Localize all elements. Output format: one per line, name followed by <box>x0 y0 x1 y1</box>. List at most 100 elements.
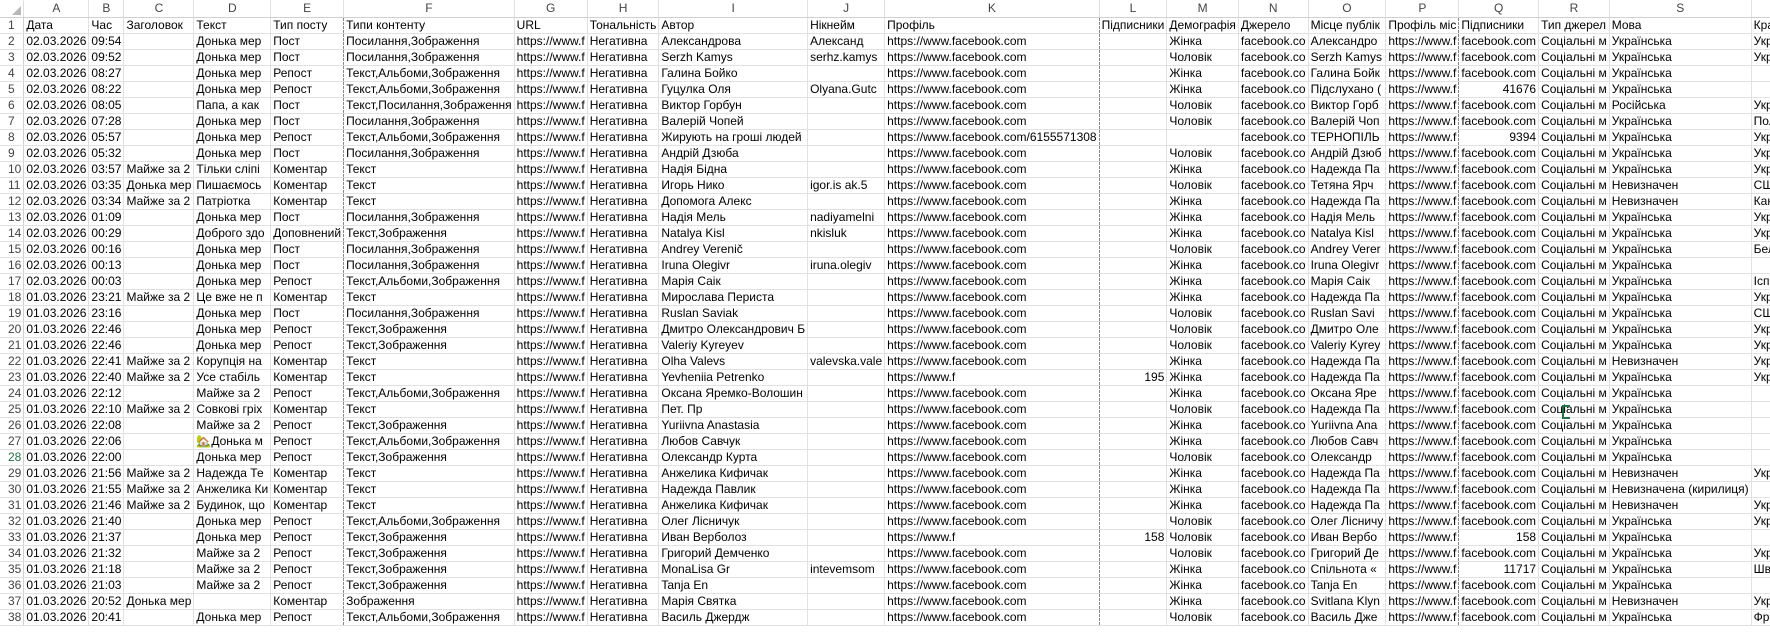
cell-l38[interactable] <box>1099 609 1168 626</box>
cell-m8[interactable] <box>1166 129 1239 146</box>
cell-f24[interactable]: Текст,Альбоми,Зображення <box>343 385 515 402</box>
cell-a7[interactable]: 02.03.2026 <box>23 113 90 130</box>
cell-b26[interactable]: 22:08 <box>88 417 125 434</box>
cell-i24[interactable]: Оксана Яремко-Волошин <box>658 385 809 402</box>
cell-l15[interactable] <box>1099 241 1168 258</box>
cell-e33[interactable]: Репост <box>270 529 345 546</box>
cell-c4[interactable] <box>123 65 195 82</box>
cell-b32[interactable]: 21:40 <box>88 513 125 530</box>
cell-a30[interactable]: 01.03.2026 <box>23 481 90 498</box>
cell-j22[interactable]: valevska.vale <box>807 353 886 370</box>
cell-r10[interactable]: Соціальні м <box>1538 161 1610 178</box>
cell-d2[interactable]: Донька мер <box>193 33 272 50</box>
cell-a31[interactable]: 01.03.2026 <box>23 497 90 514</box>
cell-o34[interactable]: Григорий Де <box>1308 545 1387 562</box>
cell-s18[interactable]: Українська <box>1609 289 1752 306</box>
cell-l14[interactable] <box>1099 225 1168 242</box>
cell-h29[interactable]: Негативна <box>587 465 660 482</box>
cell-h7[interactable]: Негативна <box>587 113 660 130</box>
cell-a18[interactable]: 01.03.2026 <box>23 289 90 306</box>
column-header-c[interactable]: C <box>123 0 195 18</box>
cell-e2[interactable]: Пост <box>270 33 345 50</box>
cell-c38[interactable] <box>123 609 195 626</box>
cell-a29[interactable]: 01.03.2026 <box>23 465 90 482</box>
cell-c20[interactable] <box>123 321 195 338</box>
cell-m13[interactable]: Жінка <box>1166 209 1239 226</box>
cell-i26[interactable]: Yuriivna Anastasia <box>658 417 809 434</box>
cell-l34[interactable] <box>1099 545 1168 562</box>
cell-g28[interactable]: https://www.f <box>514 449 588 466</box>
cell-t34[interactable]: Україна <box>1751 545 1770 562</box>
cell-o15[interactable]: Andrey Verer <box>1308 241 1387 258</box>
cell-n31[interactable]: facebook.co <box>1238 497 1309 514</box>
cell-s34[interactable]: Українська <box>1609 545 1752 562</box>
cell-d21[interactable]: Донька мер <box>193 337 272 354</box>
cell-r8[interactable]: Соціальні м <box>1538 129 1610 146</box>
cell-o12[interactable]: Надежда Па <box>1308 193 1387 210</box>
cell-r38[interactable]: Соціальні м <box>1538 609 1610 626</box>
cell-m28[interactable]: Чоловік <box>1166 449 1239 466</box>
cell-r14[interactable]: Соціальні м <box>1538 225 1610 242</box>
cell-h2[interactable]: Негативна <box>587 33 660 50</box>
cell-k29[interactable]: https://www.facebook.com <box>884 465 1100 482</box>
cell-a10[interactable]: 02.03.2026 <box>23 161 90 178</box>
cell-k35[interactable]: https://www.facebook.com <box>884 561 1100 578</box>
cell-g4[interactable]: https://www.f <box>514 65 588 82</box>
row-header[interactable]: 33 <box>0 529 25 546</box>
column-header-b[interactable]: B <box>88 0 125 18</box>
cell-h26[interactable]: Негативна <box>587 417 660 434</box>
cell-r1[interactable]: Тип джерел <box>1538 17 1610 34</box>
cell-d1[interactable]: Текст <box>193 17 272 34</box>
cell-j37[interactable] <box>807 593 886 610</box>
cell-i18[interactable]: Мирослава Периста <box>658 289 809 306</box>
spreadsheet-grid[interactable]: ABCDEFGHIJKLMNOPQRSTUVW 1ДатаЧасЗаголово… <box>0 0 1770 636</box>
row-header[interactable]: 36 <box>0 577 25 594</box>
cell-o5[interactable]: Підслухано ( <box>1308 81 1387 98</box>
cell-s32[interactable]: Українська <box>1609 513 1752 530</box>
cell-l2[interactable] <box>1099 33 1168 50</box>
cell-d32[interactable]: Донька мер <box>193 513 272 530</box>
cell-o28[interactable]: Олександр <box>1308 449 1387 466</box>
column-header-k[interactable]: K <box>884 0 1100 18</box>
cell-e11[interactable]: Коментар <box>270 177 345 194</box>
cell-m37[interactable]: Жінка <box>1166 593 1239 610</box>
cell-p1[interactable]: Профіль міс <box>1385 17 1460 34</box>
cell-d15[interactable]: Донька мер <box>193 241 272 258</box>
cell-k26[interactable]: https://www.facebook.com <box>884 417 1100 434</box>
cell-m26[interactable]: Жінка <box>1166 417 1239 434</box>
cell-t4[interactable] <box>1751 65 1770 82</box>
cell-r4[interactable]: Соціальні м <box>1538 65 1610 82</box>
cell-s28[interactable]: Українська <box>1609 449 1752 466</box>
cell-t10[interactable]: Україна <box>1751 161 1770 178</box>
cell-p13[interactable]: https://www.f <box>1385 209 1460 226</box>
cell-f25[interactable]: Текст <box>343 401 515 418</box>
cell-e8[interactable]: Репост <box>270 129 345 146</box>
cell-d14[interactable]: Доброго здо <box>193 225 272 242</box>
cell-n12[interactable]: facebook.co <box>1238 193 1309 210</box>
cell-p2[interactable]: https://www.f <box>1385 33 1460 50</box>
cell-b29[interactable]: 21:56 <box>88 465 125 482</box>
cell-o21[interactable]: Valeriy Kyrey <box>1308 337 1387 354</box>
cell-t3[interactable]: Україна <box>1751 49 1770 66</box>
cell-s21[interactable]: Українська <box>1609 337 1752 354</box>
cell-b4[interactable]: 08:27 <box>88 65 125 82</box>
cell-k9[interactable]: https://www.facebook.com <box>884 145 1100 162</box>
cell-c31[interactable]: Майже за 2 <box>123 497 195 514</box>
cell-h27[interactable]: Негативна <box>587 433 660 450</box>
cell-a36[interactable]: 01.03.2026 <box>23 577 90 594</box>
cell-j14[interactable]: nkisluk <box>807 225 886 242</box>
cell-r2[interactable]: Соціальні м <box>1538 33 1610 50</box>
cell-j26[interactable] <box>807 417 886 434</box>
cell-q14[interactable]: facebook.com <box>1458 225 1540 242</box>
cell-q9[interactable]: facebook.com <box>1458 145 1540 162</box>
cell-s5[interactable]: Українська <box>1609 81 1752 98</box>
column-header-s[interactable]: S <box>1609 0 1752 18</box>
cell-a4[interactable]: 02.03.2026 <box>23 65 90 82</box>
cell-b25[interactable]: 22:10 <box>88 401 125 418</box>
cell-a19[interactable]: 01.03.2026 <box>23 305 90 322</box>
cell-a38[interactable]: 01.03.2026 <box>23 609 90 626</box>
cell-b3[interactable]: 09:52 <box>88 49 125 66</box>
cell-b2[interactable]: 09:54 <box>88 33 125 50</box>
cell-j30[interactable] <box>807 481 886 498</box>
cell-q27[interactable]: facebook.com <box>1458 433 1540 450</box>
